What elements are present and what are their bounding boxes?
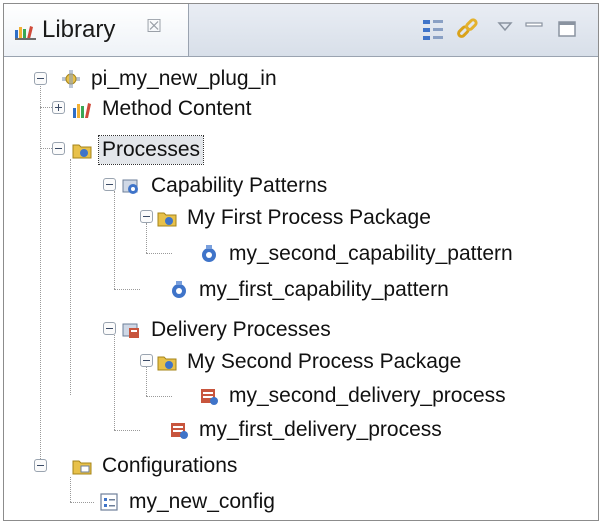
tree-item-configurations[interactable]: Configurations — [71, 449, 240, 483]
tree-connector — [146, 367, 147, 396]
library-tab[interactable]: Library ☒ — [4, 4, 189, 56]
tree-item-label: Configurations — [102, 454, 238, 477]
tree-item-label: My First Process Package — [187, 206, 431, 229]
plugin-icon — [62, 70, 80, 88]
tree-connector — [146, 396, 172, 397]
tree-connector — [114, 430, 140, 431]
capability-patterns-icon — [122, 179, 138, 194]
tree-connector — [70, 502, 94, 503]
tree-item-method-content[interactable]: Method Content — [71, 92, 254, 126]
tree-item-plugin[interactable]: pi_my_new_plug_in — [60, 62, 280, 96]
tree-item-first-process-package[interactable]: My First Process Package — [156, 201, 434, 235]
tree-item-label: Delivery Processes — [151, 318, 331, 341]
collapse-toggle-configurations[interactable] — [34, 459, 47, 472]
tree-connector — [146, 253, 172, 254]
collapse-toggle-first-process-package[interactable] — [140, 210, 153, 223]
delivery-process-icon — [171, 423, 188, 439]
maximize-icon[interactable] — [553, 14, 583, 44]
view-title: Library — [42, 16, 116, 43]
tree-item-label: my_second_capability_pattern — [229, 242, 513, 265]
configurations-icon — [72, 460, 92, 475]
tree-item-new-config[interactable]: my_new_config — [98, 485, 278, 519]
tree-item-label: my_new_config — [129, 490, 275, 513]
library-tree: pi_my_new_plug_in Method Content Process… — [4, 57, 598, 520]
library-view: Library ☒ pi_my_new_plug_in Method Conte… — [3, 3, 599, 521]
tree-connector — [114, 289, 140, 290]
tree-connector — [40, 78, 41, 471]
tree-item-first-capability-pattern[interactable]: my_first_capability_pattern — [168, 273, 452, 307]
tree-item-second-process-package[interactable]: My Second Process Package — [156, 345, 464, 379]
tree-item-second-delivery-process[interactable]: my_second_delivery_process — [198, 379, 509, 413]
capability-pattern-icon — [172, 281, 186, 298]
collapse-toggle-second-process-package[interactable] — [140, 354, 153, 367]
collapse-toggle-delivery-processes[interactable] — [103, 322, 116, 335]
library-icon — [15, 26, 36, 40]
tree-item-label: Processes — [97, 135, 205, 165]
tree-item-first-delivery-process[interactable]: my_first_delivery_process — [168, 413, 445, 447]
link-with-editor-icon[interactable] — [453, 14, 483, 44]
tree-item-label: pi_my_new_plug_in — [91, 67, 277, 90]
tree-item-capability-patterns[interactable]: Capability Patterns — [120, 169, 330, 203]
delivery-processes-icon — [122, 323, 139, 338]
tree-item-delivery-processes[interactable]: Delivery Processes — [120, 313, 334, 347]
delivery-process-icon — [201, 389, 218, 405]
process-package-icon — [157, 212, 177, 227]
collapse-toggle-capability-patterns[interactable] — [103, 178, 116, 191]
layout-icon[interactable] — [419, 14, 449, 44]
tree-connector — [40, 148, 52, 149]
capability-pattern-icon — [202, 245, 216, 262]
expand-toggle-method-content[interactable] — [52, 101, 65, 114]
tree-connector — [40, 107, 52, 108]
tree-item-processes[interactable]: Processes — [71, 133, 205, 167]
tree-item-label: Method Content — [102, 97, 252, 120]
tree-connector — [70, 159, 71, 395]
collapse-toggle-plugin[interactable] — [34, 72, 47, 85]
tree-item-label: Capability Patterns — [151, 174, 328, 197]
tree-item-label: My Second Process Package — [187, 350, 462, 373]
collapse-toggle-processes[interactable] — [52, 142, 65, 155]
method-content-icon — [73, 103, 91, 118]
close-icon[interactable]: ☒ — [146, 16, 162, 36]
tree-item-label: my_second_delivery_process — [229, 384, 506, 407]
tree-item-label: my_first_capability_pattern — [199, 278, 449, 301]
process-folder-icon — [72, 144, 92, 159]
process-package-icon — [157, 356, 177, 371]
view-menu-icon[interactable] — [491, 14, 521, 44]
minimize-icon[interactable] — [520, 14, 550, 44]
view-header: Library ☒ — [4, 4, 598, 56]
tree-item-second-capability-pattern[interactable]: my_second_capability_pattern — [198, 237, 516, 271]
tree-connector — [114, 191, 115, 289]
tree-connector — [146, 223, 147, 253]
tree-connector — [114, 335, 115, 430]
tree-item-label: my_first_delivery_process — [199, 418, 442, 441]
configuration-icon — [100, 493, 118, 511]
